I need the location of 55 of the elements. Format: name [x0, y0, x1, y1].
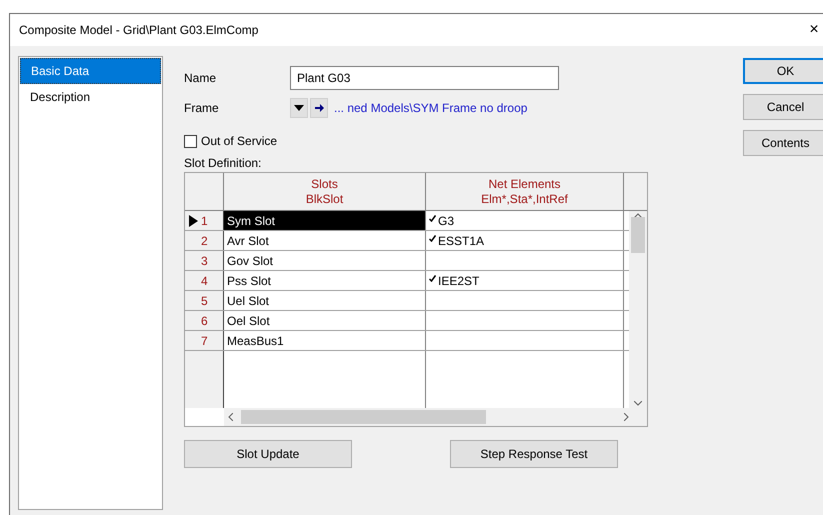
column-header: Net Elements Elm*,Sta*,IntRef	[426, 173, 624, 210]
table-cell[interactable]: Oel Slot	[224, 311, 426, 330]
chevron-up-icon	[634, 213, 642, 218]
arrow-right-icon	[314, 104, 324, 112]
dialog-button[interactable]: Contents	[743, 130, 823, 156]
scroll-thumb[interactable]	[631, 216, 645, 252]
sidebar-item[interactable]: Description	[20, 84, 161, 110]
table-cell[interactable]: G3	[426, 211, 624, 230]
table-cell[interactable]: Avr Slot	[224, 231, 426, 250]
slot-definition-label: Slot Definition:	[184, 155, 262, 170]
row-number[interactable]: 4	[185, 271, 224, 290]
frame-label: Frame	[184, 100, 220, 117]
column-header: Slots BlkSlot	[224, 173, 426, 210]
triangle-down-icon	[294, 105, 304, 111]
dialog-button[interactable]: Cancel	[743, 94, 823, 120]
horizontal-scrollbar[interactable]	[224, 408, 647, 426]
row-header-filler	[185, 351, 224, 408]
check-icon	[429, 214, 436, 222]
action-button[interactable]: Slot Update	[184, 440, 352, 468]
row-number[interactable]: 1	[185, 211, 224, 230]
action-button[interactable]: Step Response Test	[450, 440, 618, 468]
table-cell[interactable]: Gov Slot	[224, 251, 426, 270]
close-button[interactable]: ×	[804, 20, 823, 40]
sidebar-item[interactable]: Basic Data	[20, 58, 161, 84]
row-number[interactable]: 6	[185, 311, 224, 330]
jump-button[interactable]	[310, 98, 328, 118]
name-field[interactable]: Plant G03	[290, 66, 559, 90]
row-number[interactable]: 3	[185, 251, 224, 270]
element-name: G3	[438, 212, 454, 230]
check-icon	[429, 234, 436, 242]
row-number[interactable]: 2	[185, 231, 224, 250]
table-cell[interactable]: IEE2ST	[426, 271, 624, 290]
name-label: Name	[184, 70, 218, 87]
check-icon	[429, 274, 436, 282]
window-title: Composite Model - Grid\Plant G03.ElmComp	[19, 22, 258, 39]
table-cell[interactable]: Pss Slot	[224, 271, 426, 290]
chevron-down-icon	[634, 401, 642, 406]
table-cell[interactable]: MeasBus1	[224, 331, 426, 350]
scroll-thumb[interactable]	[241, 410, 486, 424]
frame-link[interactable]: ... ned Models\SYM Frame no droop	[334, 99, 528, 117]
chevron-left-icon	[228, 413, 233, 421]
table-cell[interactable]: Sym Slot	[224, 211, 426, 230]
row-number[interactable]: 5	[185, 291, 224, 310]
out-of-service-label: Out of Service	[201, 133, 278, 150]
element-name: IEE2ST	[438, 272, 480, 290]
dropdown-button[interactable]	[290, 98, 308, 118]
row-number[interactable]: 7	[185, 331, 224, 350]
dialog-button[interactable]: OK	[743, 58, 823, 84]
out-of-service-checkbox[interactable]	[184, 134, 197, 148]
vertical-scrollbar[interactable]	[629, 211, 647, 408]
element-name: ESST1A	[438, 232, 484, 250]
pointer-icon	[188, 214, 198, 226]
chevron-right-icon	[624, 413, 629, 421]
table-cell[interactable]: Uel Slot	[224, 291, 426, 310]
table-cell[interactable]: ESST1A	[426, 231, 624, 250]
